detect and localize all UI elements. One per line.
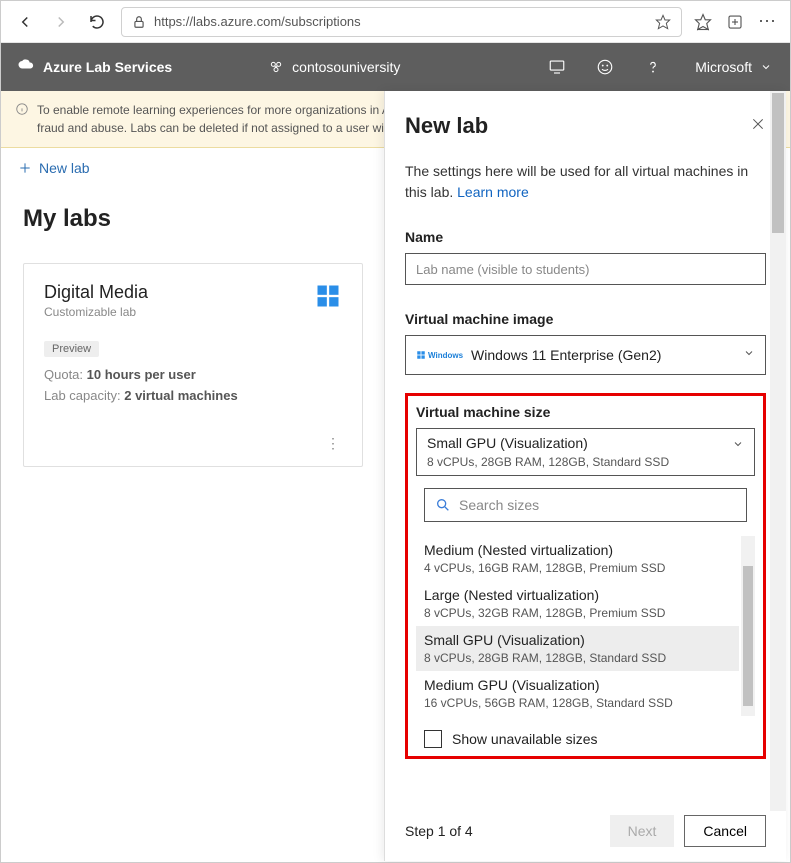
checkbox-label: Show unavailable sizes	[452, 731, 598, 747]
flyout-description: The settings here will be used for all v…	[405, 161, 766, 203]
option-spec: 8 vCPUs, 32GB RAM, 128GB, Premium SSD	[424, 606, 731, 620]
next-button[interactable]: Next	[610, 815, 675, 847]
cancel-button[interactable]: Cancel	[684, 815, 766, 847]
chevron-down-icon	[760, 61, 772, 73]
windows-tag-icon: Windows	[416, 350, 463, 360]
size-option[interactable]: Large (Nested virtualization) 8 vCPUs, 32…	[416, 581, 739, 626]
org-icon	[268, 59, 284, 75]
close-button[interactable]	[750, 116, 766, 137]
name-label: Name	[405, 229, 766, 245]
refresh-button[interactable]	[85, 10, 109, 34]
lab-card-meta: Quota: 10 hours per user Lab capacity: 2…	[44, 365, 342, 407]
options-scrollbar-track[interactable]	[741, 536, 755, 716]
lab-name-input[interactable]	[405, 253, 766, 285]
preview-badge: Preview	[44, 341, 99, 357]
favorites-icon[interactable]	[694, 13, 712, 31]
vm-image-select[interactable]: Windows Windows 11 Enterprise (Gen2)	[405, 335, 766, 375]
size-option[interactable]: Medium (Nested virtualization) 4 vCPUs, 1…	[416, 536, 739, 581]
help-icon[interactable]	[629, 43, 677, 91]
lab-card[interactable]: Digital Media Customizable lab Preview Q…	[23, 263, 363, 467]
quota-value: 10 hours per user	[87, 367, 196, 382]
image-label: Virtual machine image	[405, 311, 766, 327]
chevron-down-icon	[732, 437, 744, 455]
card-more-icon[interactable]: ⋮	[44, 435, 342, 452]
show-unavailable-checkbox[interactable]: Show unavailable sizes	[416, 730, 755, 748]
checkbox-box[interactable]	[424, 730, 442, 748]
chevron-down-icon	[743, 346, 755, 362]
search-icon	[435, 497, 451, 513]
capacity-value: 2 virtual machines	[124, 388, 237, 403]
quota-label: Quota:	[44, 367, 83, 382]
option-spec: 16 vCPUs, 56GB RAM, 128GB, Standard SSD	[424, 696, 731, 710]
browser-toolbar: https://labs.azure.com/subscriptions ⋯	[1, 1, 790, 43]
size-search-input[interactable]: Search sizes	[424, 488, 747, 522]
brand[interactable]: Azure Lab Services	[1, 58, 188, 76]
flyout-title: New lab	[405, 113, 488, 139]
new-lab-label: New lab	[39, 160, 90, 176]
new-lab-button[interactable]: New lab	[17, 160, 90, 176]
selected-size-spec: 8 vCPUs, 28GB RAM, 128GB, Standard SSD	[427, 455, 744, 469]
size-option[interactable]: Small GPU (Visualization) 8 vCPUs, 28GB R…	[416, 626, 739, 671]
plus-icon	[17, 160, 33, 176]
feedback-icon[interactable]	[581, 43, 629, 91]
address-bar[interactable]: https://labs.azure.com/subscriptions	[121, 7, 682, 37]
option-spec: 8 vCPUs, 28GB RAM, 128GB, Standard SSD	[424, 651, 731, 665]
azure-logo-icon	[17, 58, 35, 76]
windows-icon	[314, 282, 342, 315]
capacity-label: Lab capacity:	[44, 388, 121, 403]
option-name: Small GPU (Visualization)	[424, 632, 731, 648]
scrollbar-track[interactable]	[770, 91, 786, 811]
screen-icon[interactable]	[533, 43, 581, 91]
size-label: Virtual machine size	[416, 404, 755, 420]
forward-button[interactable]	[49, 10, 73, 34]
info-icon	[15, 102, 29, 121]
vm-image-value: Windows 11 Enterprise (Gen2)	[471, 347, 661, 363]
flyout-footer: Step 1 of 4 Next Cancel	[405, 801, 766, 847]
account-name: Microsoft	[695, 59, 752, 75]
close-icon	[750, 116, 766, 132]
account-menu[interactable]: Microsoft	[677, 59, 790, 75]
option-spec: 4 vCPUs, 16GB RAM, 128GB, Premium SSD	[424, 561, 731, 575]
new-lab-flyout: New lab The settings here will be used f…	[384, 91, 786, 861]
lab-card-title: Digital Media	[44, 282, 342, 303]
size-option[interactable]: Medium GPU (Visualization) 16 vCPUs, 56GB…	[416, 671, 739, 716]
lock-icon	[132, 15, 146, 29]
options-scrollbar-thumb[interactable]	[743, 566, 753, 706]
vm-size-section: Virtual machine size Small GPU (Visualiz…	[405, 393, 766, 759]
selected-size-name: Small GPU (Visualization)	[427, 435, 744, 451]
learn-more-link[interactable]: Learn more	[457, 184, 529, 200]
search-placeholder: Search sizes	[459, 497, 539, 513]
brand-text: Azure Lab Services	[43, 59, 172, 75]
app-header: Azure Lab Services contosouniversity Mic…	[1, 43, 790, 91]
star-plus-icon[interactable]	[655, 14, 671, 30]
org-name: contosouniversity	[292, 59, 400, 75]
step-indicator: Step 1 of 4	[405, 823, 473, 839]
option-name: Large (Nested virtualization)	[424, 587, 731, 603]
option-name: Medium (Nested virtualization)	[424, 542, 731, 558]
org-selector[interactable]: contosouniversity	[248, 59, 420, 75]
lab-card-subtitle: Customizable lab	[44, 305, 342, 319]
size-options-list: Medium (Nested virtualization) 4 vCPUs, 1…	[416, 536, 755, 716]
back-button[interactable]	[13, 10, 37, 34]
option-name: Medium GPU (Visualization)	[424, 677, 731, 693]
size-dropdown: Search sizes Medium (Nested virtualizati…	[416, 488, 755, 748]
url-text: https://labs.azure.com/subscriptions	[154, 14, 361, 29]
vm-size-select[interactable]: Small GPU (Visualization) 8 vCPUs, 28GB …	[416, 428, 755, 476]
scrollbar-thumb[interactable]	[772, 93, 784, 233]
more-icon[interactable]: ⋯	[758, 11, 778, 32]
collections-icon[interactable]	[726, 13, 744, 31]
